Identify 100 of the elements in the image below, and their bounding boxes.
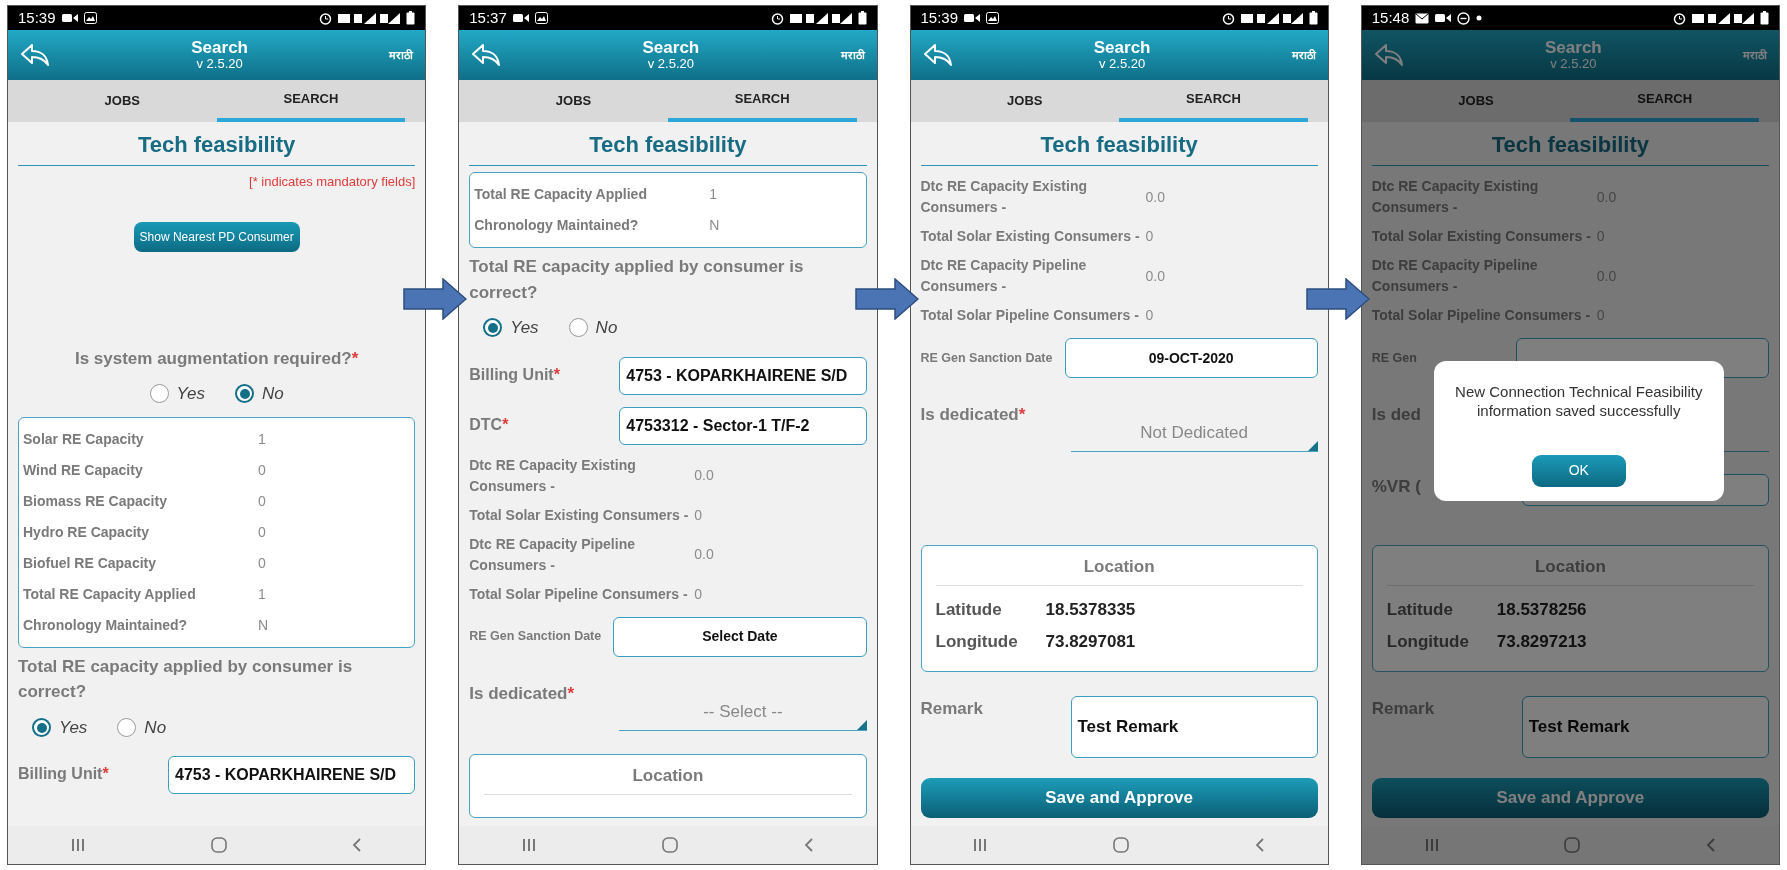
tab[interactable]: JOBS [1381,80,1571,122]
dialog-message: New Connection Technical Feasibility information saved successfully [1454,383,1704,421]
tab[interactable]: SEARCH [1119,80,1308,122]
recent-apps-icon[interactable] [522,838,537,852]
field-label: DTC* [469,414,510,435]
back-chevron-icon[interactable] [803,838,814,852]
home-icon[interactable] [1564,837,1581,853]
stat-value: 0 [1145,306,1154,325]
radio-button[interactable] [483,318,503,338]
ok-button[interactable]: OK [1531,454,1626,487]
minus-circle-icon [1457,11,1471,25]
info-label: Solar RE Capacity [23,429,145,449]
tab[interactable]: SEARCH [216,80,406,122]
image-icon [986,12,1000,24]
language-link[interactable]: मराठी [840,46,865,64]
caret-icon [856,719,867,730]
show-nearest-button[interactable]: Show Nearest PD Consumer [133,221,300,252]
radio-button[interactable] [234,384,254,404]
back-chevron-icon[interactable] [1254,838,1265,852]
page-title: Tech feasibility [1371,122,1769,166]
select-field[interactable]: 4753312 - Sector-1 T/F-2 [619,406,867,445]
select-field[interactable]: 4753 - KOPARKHAIRENE S/D [168,756,416,794]
signal-icon [789,11,852,25]
recent-apps-icon[interactable] [1424,838,1439,852]
header-title: Search [1092,38,1152,58]
alarm-icon [770,11,784,25]
stat-label: Total Solar Existing Consumers - [1371,227,1592,246]
battery-icon [1308,11,1318,25]
select-field[interactable]: 4753 - KOPARKHAIRENE S/D [619,356,867,395]
field-label: RE Gen Sanction Date [469,629,602,644]
info-value: N [709,216,720,235]
signal-icon [338,11,401,25]
radio-button[interactable] [568,318,588,338]
tab[interactable]: JOBS [28,80,217,122]
info-label: Wind RE Capacity [23,460,144,480]
date-field[interactable]: Select Date [613,616,867,657]
video-camera-icon [964,13,981,23]
location-value: 73.8297081 [1045,630,1136,653]
info-label: Biofuel RE Capacity [23,553,158,573]
tab[interactable]: JOBS [479,80,668,122]
location-value: 73.8297213 [1496,630,1587,653]
version-text: v 2.5.20 [1098,57,1147,72]
language-link[interactable]: मराठी [1291,46,1316,64]
location-title: Location [935,553,1303,586]
status-time: 15:48 [1371,7,1410,28]
version-text: v 2.5.20 [646,57,695,72]
language-link[interactable]: मराठी [389,46,414,64]
dot-icon [1476,15,1483,21]
back-chevron-icon[interactable] [352,838,363,852]
radio-label[interactable]: Yes [176,381,205,407]
recent-apps-icon[interactable] [70,838,85,852]
back-icon[interactable] [922,43,953,67]
stat-label: Dtc RE Capacity Existing Consumers - [920,177,1088,217]
location-title: Location [484,762,852,795]
tab[interactable]: JOBS [930,80,1120,122]
radio-label[interactable]: Yes [510,315,539,341]
info-value: 0 [258,491,266,511]
signal-icon [1692,11,1754,25]
date-field[interactable]: 09-OCT-2020 [1064,338,1318,378]
back-icon[interactable] [471,43,502,67]
tab[interactable]: SEARCH [1570,80,1759,122]
home-icon[interactable] [661,837,678,853]
radio-label[interactable]: No [144,714,167,740]
home-icon[interactable] [1113,837,1130,853]
location-label: Longitude [935,630,1019,653]
stat-value: 0 [694,584,703,604]
arrow-icon [1305,278,1370,320]
page-title: Tech feasibility [18,122,416,166]
radio-button[interactable] [117,717,137,737]
status-time: 15:39 [18,7,56,28]
radio-label[interactable]: No [595,315,618,341]
stat-value: 0 [694,505,703,525]
radio-button[interactable] [32,717,51,737]
location-label: Latitude [935,599,1003,621]
image-icon [83,12,97,24]
save-button[interactable]: Save and Approve [920,778,1318,818]
stat-label: Dtc RE Capacity Pipeline Consumers - [920,256,1088,296]
tab[interactable]: SEARCH [667,80,857,122]
status-time: 15:37 [469,7,507,28]
version-text: v 2.5.20 [195,57,244,72]
remark-field[interactable]: Test Remark [1070,696,1318,758]
location-title: Location [1386,553,1754,586]
video-camera-icon [512,13,529,23]
home-icon[interactable] [210,837,227,853]
info-value: 0 [258,460,266,480]
recent-apps-icon[interactable] [973,838,988,852]
radio-button[interactable] [149,384,169,404]
battery-icon [1760,11,1769,25]
back-icon[interactable] [20,43,50,67]
back-chevron-icon[interactable] [1706,838,1717,852]
alarm-icon [1673,11,1686,25]
radio-label[interactable]: No [261,381,284,407]
stat-label: Dtc RE Capacity Existing Consumers - [1371,177,1540,217]
back-icon[interactable] [1373,43,1404,67]
radio-label[interactable]: Yes [59,714,88,740]
remark-field[interactable]: Test Remark [1521,696,1769,758]
info-label: Total RE Capacity Applied [474,185,648,204]
stat-value: 0.0 [1145,187,1165,207]
video-camera-icon [1435,13,1452,23]
stat-label: Total Solar Pipeline Consumers - [469,584,689,604]
